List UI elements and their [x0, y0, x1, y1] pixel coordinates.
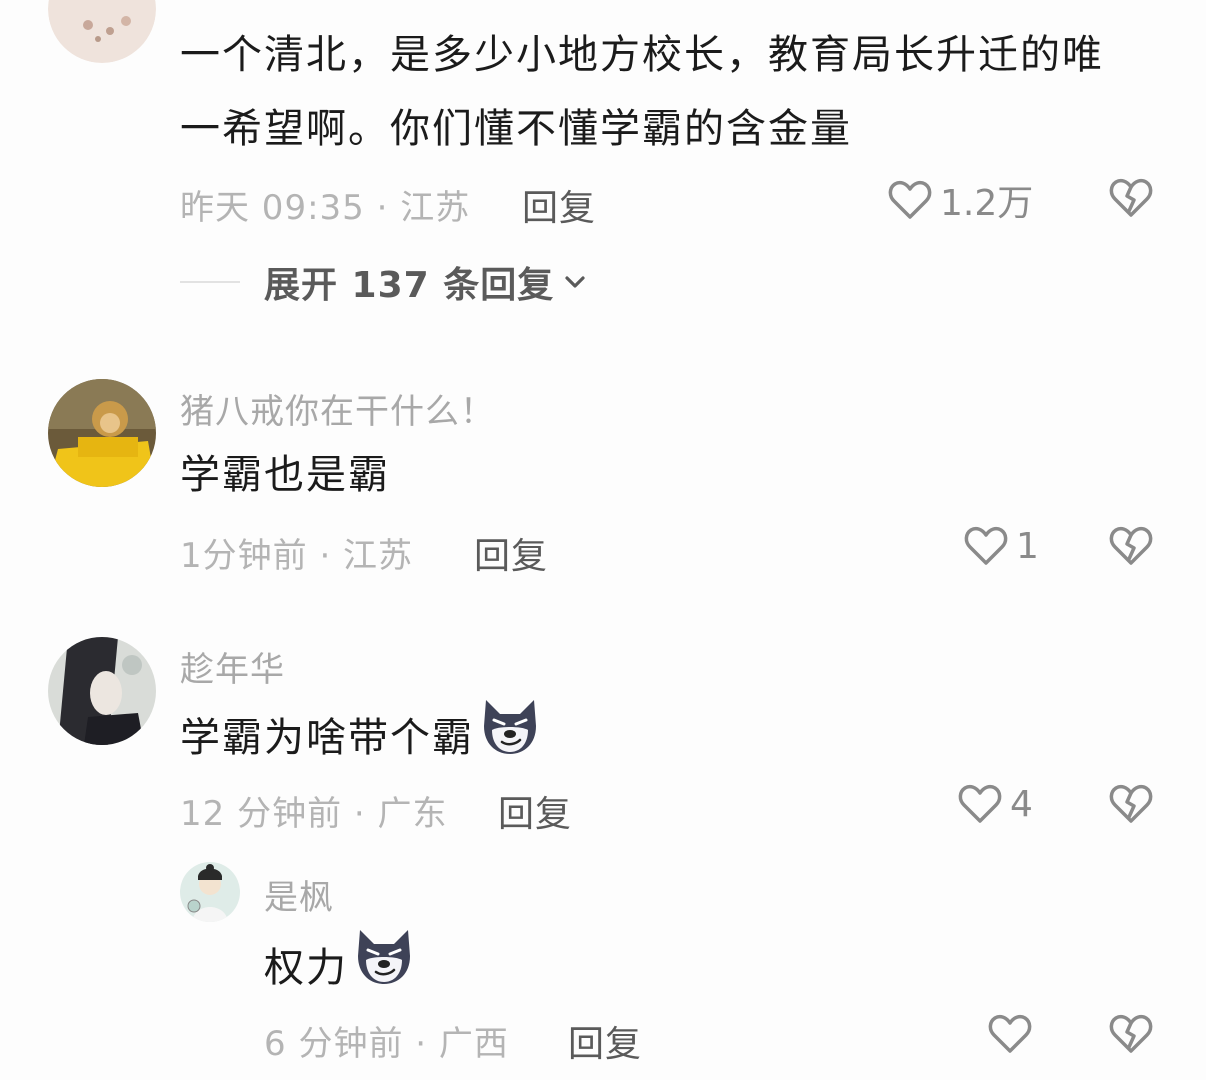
like-count: 1	[1016, 525, 1039, 567]
username[interactable]: 猪八戒你在干什么！	[180, 384, 495, 433]
comment-meta: 6 分钟前 · 广西	[264, 1024, 509, 1064]
broken-heart-icon	[1109, 1014, 1153, 1053]
comment-text: 一希望啊。你们懂不懂学霸的含金量	[180, 106, 852, 152]
avatar[interactable]	[48, 379, 156, 487]
avatar[interactable]	[180, 862, 240, 922]
like-button[interactable]: 1	[962, 522, 1039, 570]
comment-item: 趁年华 学霸为啥带个霸 12 分钟前 · 广东 回复 4	[0, 628, 1206, 848]
dislike-button[interactable]	[1106, 780, 1156, 832]
comment-text: 权力	[264, 926, 416, 1010]
username[interactable]: 趁年华	[180, 642, 285, 691]
reply-button[interactable]: 回复	[568, 1015, 642, 1067]
username[interactable]: 是枫	[264, 870, 334, 919]
heart-outline-icon	[964, 526, 1008, 565]
comment-meta: 12 分钟前 · 广东	[180, 794, 448, 834]
comment-text-body: 学霸为啥带个霸	[180, 715, 474, 761]
husky-smirk-emoji	[478, 696, 542, 780]
comment-meta: 昨天 09:35 · 江苏	[180, 188, 471, 228]
comment-text: 一个清北，是多少小地方校长，教育局长升迁的唯	[180, 32, 1104, 78]
broken-heart-icon	[1109, 178, 1153, 217]
divider	[180, 281, 240, 283]
reply-button[interactable]: 回复	[522, 179, 596, 231]
reply-button[interactable]: 回复	[474, 527, 548, 579]
expand-replies-button[interactable]: 展开 137 条回复	[180, 256, 588, 308]
dislike-button[interactable]	[1106, 522, 1156, 574]
husky-smirk-emoji	[352, 926, 416, 1010]
broken-heart-icon	[1109, 526, 1153, 565]
dislike-button[interactable]	[1106, 174, 1156, 226]
comment-text: 学霸为啥带个霸	[180, 696, 542, 780]
comment-item: 一个清北，是多少小地方校长，教育局长升迁的唯 一希望啊。你们懂不懂学霸的含金量 …	[0, 0, 1206, 330]
comment-meta: 1分钟前 · 江苏	[180, 536, 414, 576]
broken-heart-icon	[1109, 784, 1153, 823]
heart-outline-icon	[958, 784, 1002, 823]
reply-item: 是枫 权力 6 分钟前 · 广西 回复	[0, 858, 1206, 1080]
avatar[interactable]	[48, 0, 156, 63]
like-button[interactable]: 4	[956, 780, 1033, 828]
heart-outline-icon	[888, 180, 932, 219]
heart-outline-icon	[988, 1014, 1032, 1053]
comment-text-body: 权力	[264, 945, 348, 991]
like-count: 1.2万	[940, 183, 1034, 224]
chevron-down-icon	[565, 276, 585, 288]
like-button[interactable]	[986, 1010, 1040, 1058]
comment-item: 猪八戒你在干什么！ 学霸也是霸 1分钟前 · 江苏 回复 1	[0, 370, 1206, 590]
like-button[interactable]: 1.2万	[886, 174, 1033, 226]
avatar[interactable]	[48, 637, 156, 745]
reply-button[interactable]: 回复	[498, 785, 572, 837]
comment-text: 学霸也是霸	[180, 452, 390, 498]
expand-replies-label: 展开 137 条回复	[264, 265, 555, 306]
dislike-button[interactable]	[1106, 1010, 1156, 1062]
like-count: 4	[1010, 783, 1033, 825]
